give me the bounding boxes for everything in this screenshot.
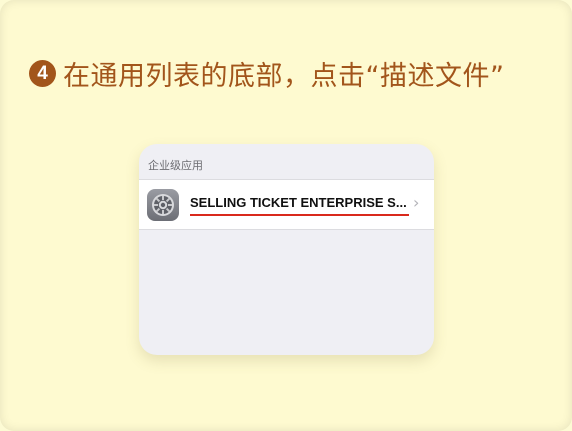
instruction-text: 在通用列表的底部，点击“描述文件” — [63, 61, 505, 92]
section-header: 企业级应用 — [148, 159, 203, 172]
highlight-underline — [190, 214, 409, 216]
settings-gear-icon — [147, 189, 179, 221]
enterprise-app-row[interactable]: SELLING TICKET ENTERPRISE S... › — [139, 179, 434, 230]
chevron-right-icon: › — [413, 193, 420, 212]
enterprise-app-label: SELLING TICKET ENTERPRISE S... — [190, 195, 407, 210]
step-number-badge: 4 — [29, 60, 56, 87]
tutorial-card: 4 在通用列表的底部，点击“描述文件” 企业级应用 SELLING TICKET… — [0, 0, 572, 431]
settings-screenshot-panel: 企业级应用 SELLING TICKET ENTERPRISE S... › — [139, 144, 434, 355]
instruction-heading: 4 在通用列表的底部，点击“描述文件” — [29, 54, 504, 93]
